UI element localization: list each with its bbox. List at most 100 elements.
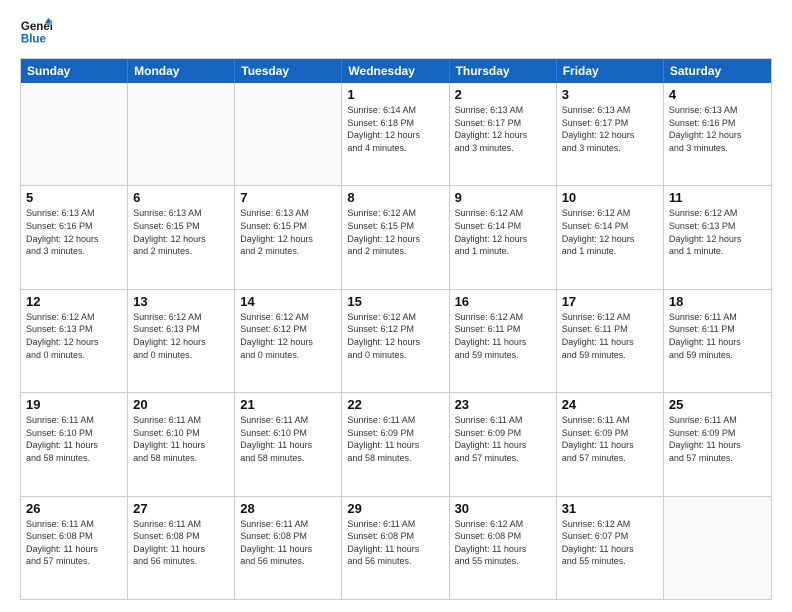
day-number: 15 (347, 294, 443, 309)
day-number: 4 (669, 87, 766, 102)
day-info: Sunrise: 6:14 AM Sunset: 6:18 PM Dayligh… (347, 104, 443, 154)
calendar-day-cell: 9 Sunrise: 6:12 AM Sunset: 6:14 PM Daylig… (450, 186, 557, 288)
page: General Blue SundayMondayTuesdayWednesda… (0, 0, 792, 612)
day-number: 10 (562, 190, 658, 205)
day-info: Sunrise: 6:12 AM Sunset: 6:13 PM Dayligh… (669, 207, 766, 257)
day-info: Sunrise: 6:12 AM Sunset: 6:13 PM Dayligh… (26, 311, 122, 361)
calendar-day-cell: 12 Sunrise: 6:12 AM Sunset: 6:13 PM Dayli… (21, 290, 128, 392)
calendar-row: 1 Sunrise: 6:14 AM Sunset: 6:18 PM Daylig… (21, 83, 771, 185)
day-number: 2 (455, 87, 551, 102)
calendar-day-cell: 15 Sunrise: 6:12 AM Sunset: 6:12 PM Dayli… (342, 290, 449, 392)
day-number: 7 (240, 190, 336, 205)
calendar-day-cell: 29 Sunrise: 6:11 AM Sunset: 6:08 PM Dayli… (342, 497, 449, 599)
day-info: Sunrise: 6:12 AM Sunset: 6:13 PM Dayligh… (133, 311, 229, 361)
day-number: 30 (455, 501, 551, 516)
day-info: Sunrise: 6:13 AM Sunset: 6:16 PM Dayligh… (669, 104, 766, 154)
day-info: Sunrise: 6:12 AM Sunset: 6:08 PM Dayligh… (455, 518, 551, 568)
calendar-day-cell: 17 Sunrise: 6:12 AM Sunset: 6:11 PM Dayli… (557, 290, 664, 392)
day-number: 5 (26, 190, 122, 205)
calendar-day-cell: 4 Sunrise: 6:13 AM Sunset: 6:16 PM Daylig… (664, 83, 771, 185)
day-info: Sunrise: 6:13 AM Sunset: 6:15 PM Dayligh… (133, 207, 229, 257)
empty-cell (128, 83, 235, 185)
calendar-day-cell: 19 Sunrise: 6:11 AM Sunset: 6:10 PM Dayli… (21, 393, 128, 495)
day-info: Sunrise: 6:12 AM Sunset: 6:11 PM Dayligh… (455, 311, 551, 361)
calendar-day-cell: 22 Sunrise: 6:11 AM Sunset: 6:09 PM Dayli… (342, 393, 449, 495)
calendar-day-cell: 27 Sunrise: 6:11 AM Sunset: 6:08 PM Dayli… (128, 497, 235, 599)
weekday-header: Saturday (664, 59, 771, 83)
calendar-day-cell: 16 Sunrise: 6:12 AM Sunset: 6:11 PM Dayli… (450, 290, 557, 392)
day-number: 14 (240, 294, 336, 309)
weekday-header: Wednesday (342, 59, 449, 83)
day-info: Sunrise: 6:12 AM Sunset: 6:15 PM Dayligh… (347, 207, 443, 257)
day-info: Sunrise: 6:12 AM Sunset: 6:14 PM Dayligh… (562, 207, 658, 257)
day-info: Sunrise: 6:11 AM Sunset: 6:09 PM Dayligh… (347, 414, 443, 464)
day-number: 25 (669, 397, 766, 412)
weekday-header: Monday (128, 59, 235, 83)
day-number: 31 (562, 501, 658, 516)
calendar-header: SundayMondayTuesdayWednesdayThursdayFrid… (21, 59, 771, 83)
day-info: Sunrise: 6:11 AM Sunset: 6:10 PM Dayligh… (240, 414, 336, 464)
calendar-day-cell: 13Sunrise: 6:12 AM Sunset: 6:13 PM Dayli… (128, 290, 235, 392)
day-info: Sunrise: 6:11 AM Sunset: 6:08 PM Dayligh… (240, 518, 336, 568)
empty-cell (235, 83, 342, 185)
day-info: Sunrise: 6:13 AM Sunset: 6:17 PM Dayligh… (455, 104, 551, 154)
calendar-row: 12 Sunrise: 6:12 AM Sunset: 6:13 PM Dayli… (21, 289, 771, 392)
empty-cell (664, 497, 771, 599)
day-number: 12 (26, 294, 122, 309)
weekday-header: Thursday (450, 59, 557, 83)
calendar-day-cell: 26Sunrise: 6:11 AM Sunset: 6:08 PM Dayli… (21, 497, 128, 599)
calendar-day-cell: 20 Sunrise: 6:11 AM Sunset: 6:10 PM Dayli… (128, 393, 235, 495)
day-number: 1 (347, 87, 443, 102)
calendar-day-cell: 21Sunrise: 6:11 AM Sunset: 6:10 PM Dayli… (235, 393, 342, 495)
day-info: Sunrise: 6:12 AM Sunset: 6:14 PM Dayligh… (455, 207, 551, 257)
empty-cell (21, 83, 128, 185)
day-info: Sunrise: 6:11 AM Sunset: 6:08 PM Dayligh… (347, 518, 443, 568)
calendar-body: 1 Sunrise: 6:14 AM Sunset: 6:18 PM Daylig… (21, 83, 771, 599)
day-number: 28 (240, 501, 336, 516)
day-info: Sunrise: 6:13 AM Sunset: 6:17 PM Dayligh… (562, 104, 658, 154)
calendar-day-cell: 8 Sunrise: 6:12 AM Sunset: 6:15 PM Daylig… (342, 186, 449, 288)
weekday-header: Friday (557, 59, 664, 83)
day-number: 9 (455, 190, 551, 205)
day-info: Sunrise: 6:11 AM Sunset: 6:10 PM Dayligh… (133, 414, 229, 464)
day-number: 20 (133, 397, 229, 412)
day-info: Sunrise: 6:12 AM Sunset: 6:11 PM Dayligh… (562, 311, 658, 361)
day-info: Sunrise: 6:11 AM Sunset: 6:09 PM Dayligh… (562, 414, 658, 464)
day-info: Sunrise: 6:12 AM Sunset: 6:07 PM Dayligh… (562, 518, 658, 568)
calendar-day-cell: 5Sunrise: 6:13 AM Sunset: 6:16 PM Daylig… (21, 186, 128, 288)
day-number: 24 (562, 397, 658, 412)
day-info: Sunrise: 6:11 AM Sunset: 6:10 PM Dayligh… (26, 414, 122, 464)
calendar-row: 19 Sunrise: 6:11 AM Sunset: 6:10 PM Dayli… (21, 392, 771, 495)
weekday-header: Sunday (21, 59, 128, 83)
day-info: Sunrise: 6:11 AM Sunset: 6:08 PM Dayligh… (26, 518, 122, 568)
weekday-header: Tuesday (235, 59, 342, 83)
calendar-day-cell: 28 Sunrise: 6:11 AM Sunset: 6:08 PM Dayli… (235, 497, 342, 599)
day-number: 23 (455, 397, 551, 412)
day-number: 19 (26, 397, 122, 412)
logo: General Blue (20, 16, 52, 48)
day-info: Sunrise: 6:11 AM Sunset: 6:09 PM Dayligh… (669, 414, 766, 464)
day-info: Sunrise: 6:12 AM Sunset: 6:12 PM Dayligh… (347, 311, 443, 361)
day-number: 17 (562, 294, 658, 309)
day-number: 22 (347, 397, 443, 412)
calendar-row: 26Sunrise: 6:11 AM Sunset: 6:08 PM Dayli… (21, 496, 771, 599)
calendar-day-cell: 1 Sunrise: 6:14 AM Sunset: 6:18 PM Daylig… (342, 83, 449, 185)
day-info: Sunrise: 6:12 AM Sunset: 6:12 PM Dayligh… (240, 311, 336, 361)
calendar-day-cell: 31 Sunrise: 6:12 AM Sunset: 6:07 PM Dayli… (557, 497, 664, 599)
day-info: Sunrise: 6:11 AM Sunset: 6:09 PM Dayligh… (455, 414, 551, 464)
calendar-day-cell: 14 Sunrise: 6:12 AM Sunset: 6:12 PM Dayli… (235, 290, 342, 392)
day-number: 16 (455, 294, 551, 309)
svg-text:Blue: Blue (21, 34, 47, 46)
header: General Blue (20, 16, 772, 48)
day-number: 3 (562, 87, 658, 102)
day-number: 11 (669, 190, 766, 205)
logo-icon: General Blue (20, 16, 52, 48)
day-number: 18 (669, 294, 766, 309)
calendar-day-cell: 11 Sunrise: 6:12 AM Sunset: 6:13 PM Dayli… (664, 186, 771, 288)
day-info: Sunrise: 6:11 AM Sunset: 6:08 PM Dayligh… (133, 518, 229, 568)
day-number: 29 (347, 501, 443, 516)
day-number: 27 (133, 501, 229, 516)
calendar-day-cell: 30 Sunrise: 6:12 AM Sunset: 6:08 PM Dayli… (450, 497, 557, 599)
day-info: Sunrise: 6:13 AM Sunset: 6:15 PM Dayligh… (240, 207, 336, 257)
day-number: 8 (347, 190, 443, 205)
